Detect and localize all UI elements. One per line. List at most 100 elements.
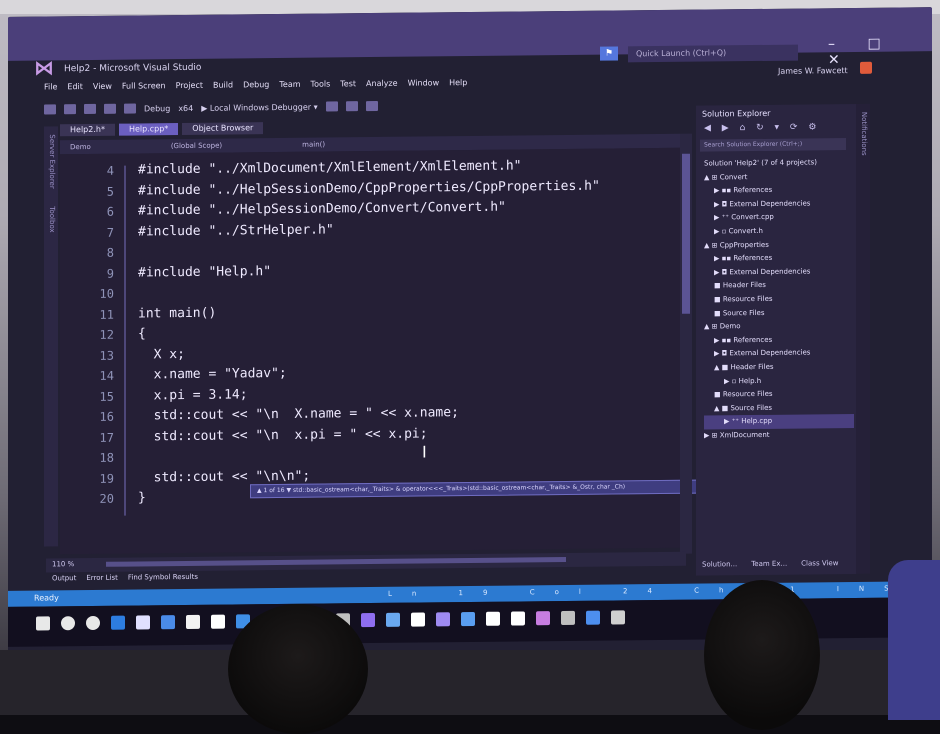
code-line[interactable]: { [138, 326, 146, 341]
taskbar-app-icon[interactable] [461, 611, 475, 627]
code-line[interactable]: #include "../StrHelper.h" [138, 222, 334, 239]
line-number: 12 [99, 327, 114, 342]
menu-item-project[interactable]: Project [176, 81, 203, 95]
taskbar-app-icon[interactable] [61, 616, 75, 631]
solution-explorer-toolbar-icons[interactable]: ◀ ▶ ⌂ ↻ ▾ ⟳ ⚙ [704, 122, 820, 133]
output-tab-find-symbol-results[interactable]: Find Symbol Results [128, 573, 198, 582]
notification-flag-icon[interactable]: ⚑ [600, 46, 618, 61]
code-editor[interactable]: 4 5 6 7 8 9 10 11 12 13 14 15 16 17 18 19 20 #include ".… [60, 147, 710, 555]
left-tool-strip: Server Explorer Toolbox [44, 126, 58, 547]
line-number: 13 [99, 348, 114, 363]
platform-select[interactable]: x64 [178, 103, 193, 112]
output-tab-output[interactable]: Output [52, 574, 76, 582]
tab-object-browser[interactable]: Object Browser [182, 122, 264, 136]
configuration-select[interactable]: Debug [144, 104, 170, 113]
quick-launch-input[interactable]: Quick Launch (Ctrl+Q) [628, 44, 798, 63]
code-line[interactable]: std::cout << "\n X.name = " << x.name; [138, 405, 459, 423]
presenter-shoulder [888, 560, 940, 720]
menu-bar: File Edit View Full Screen Project Build Debug… [44, 78, 467, 96]
solution-bottom-tab[interactable]: Class View [801, 559, 838, 567]
line-number: 9 [106, 266, 114, 281]
local-windows-debugger-button[interactable]: ▶ Local Windows Debugger ▾ [201, 102, 317, 112]
menu-item-help[interactable]: Help [449, 78, 467, 92]
toolbar-icon[interactable] [325, 101, 338, 112]
code-line[interactable]: #include "Help.h" [138, 264, 271, 280]
solution-bottom-tabs: Solution... Team Ex... Class View [702, 559, 838, 568]
menu-item-debug[interactable]: Debug [243, 80, 269, 94]
menu-item-window[interactable]: Window [408, 78, 440, 92]
line-number: 4 [106, 163, 114, 178]
menu-item-view[interactable]: View [93, 82, 112, 96]
editor-horizontal-scrollbar[interactable] [106, 556, 566, 567]
menu-item-tools[interactable]: Tools [311, 79, 331, 93]
taskbar-app-icon[interactable] [161, 615, 175, 630]
solution-bottom-tab[interactable]: Team Ex... [751, 560, 787, 568]
editor-vertical-scrollbar[interactable] [680, 133, 692, 554]
taskbar-app-icon[interactable] [211, 614, 225, 629]
taskbar-app-icon[interactable] [361, 612, 375, 628]
menu-item-test[interactable]: Test [340, 79, 356, 93]
taskbar-app-icon[interactable] [411, 612, 425, 627]
menu-item-file[interactable]: File [44, 82, 57, 96]
project-dropdown[interactable]: Demo [70, 143, 91, 151]
solution-tree-node[interactable]: ▶ ⊞ XmlDocument [704, 428, 854, 443]
member-dropdown[interactable]: main() [302, 141, 325, 149]
solution-bottom-tab[interactable]: Solution... [702, 560, 737, 568]
taskbar-app-icon[interactable] [436, 612, 450, 627]
back-icon[interactable] [44, 104, 56, 115]
menu-item-team[interactable]: Team [279, 80, 300, 94]
line-number: 17 [99, 430, 114, 445]
code-line[interactable]: #include "../HelpSessionDemo/Convert/Con… [138, 200, 506, 219]
taskbar-app-icon[interactable] [611, 610, 625, 625]
menu-item-edit[interactable]: Edit [67, 82, 83, 96]
avatar[interactable] [860, 61, 872, 74]
code-line[interactable]: } [138, 490, 146, 505]
taskbar-app-icon[interactable] [86, 615, 100, 631]
tab-help2-h-[interactable]: Help2.h* [60, 123, 115, 137]
code-line[interactable]: #include "../XmlDocument/XmlElement/XmlE… [138, 158, 522, 177]
code-line[interactable]: int main() [138, 305, 216, 321]
taskbar-app-icon[interactable] [561, 610, 575, 626]
line-number: 11 [99, 307, 114, 322]
taskbar-app-icon[interactable] [136, 615, 150, 630]
toolbox-tab[interactable]: Toolbox [48, 206, 56, 232]
undo-icon[interactable] [124, 103, 136, 114]
solution-search-input[interactable]: Search Solution Explorer (Ctrl+;) [700, 138, 846, 152]
taskbar-app-icon[interactable] [586, 610, 600, 625]
code-line[interactable]: std::cout << "\n\n"; [138, 468, 311, 485]
line-number: 19 [99, 471, 114, 486]
scrollbar-thumb[interactable] [682, 153, 690, 314]
output-tab-error-list[interactable]: Error List [86, 574, 118, 582]
taskbar-app-icon[interactable] [36, 616, 50, 631]
menu-item-analyze[interactable]: Analyze [366, 79, 398, 93]
taskbar-app-icon[interactable] [186, 614, 200, 629]
save-icon[interactable] [104, 103, 116, 114]
right-tool-strip: Notifications [856, 103, 870, 574]
window-controls[interactable]: – □ ✕ [828, 35, 932, 69]
tab-help-cpp-[interactable]: Help.cpp* [118, 123, 179, 136]
code-line[interactable]: std::cout << "\n x.pi = " << x.pi; [138, 426, 428, 444]
server-explorer-tab[interactable]: Server Explorer [48, 134, 56, 188]
zoom-level[interactable]: 110 % [52, 560, 74, 568]
line-number: 7 [106, 225, 114, 240]
code-line[interactable]: x.name = "Yadav"; [138, 366, 287, 383]
toolbar-icon[interactable] [345, 101, 358, 112]
menu-item-full-screen[interactable]: Full Screen [122, 81, 166, 95]
account-name[interactable]: James W. Fawcett [778, 66, 848, 76]
code-line[interactable]: X x; [138, 346, 185, 361]
taskbar-app-icon[interactable] [486, 611, 500, 626]
toolbar-icon[interactable] [365, 100, 378, 112]
document-tabs: Help2.h* Help.cpp* Object Browser [60, 122, 264, 138]
taskbar-app-icon[interactable] [386, 612, 400, 627]
taskbar-app-icon[interactable] [111, 615, 125, 630]
taskbar-app-icon[interactable] [511, 611, 525, 626]
menu-item-build[interactable]: Build [213, 80, 233, 94]
open-file-icon[interactable] [84, 103, 96, 115]
taskbar-app-icon[interactable] [536, 611, 550, 626]
line-number: 20 [99, 491, 114, 506]
code-line[interactable]: x.pi = 3.14; [138, 387, 248, 403]
new-project-icon[interactable] [64, 104, 76, 115]
notifications-tab[interactable]: Notifications [860, 112, 868, 156]
scope-dropdown[interactable]: (Global Scope) [171, 142, 222, 151]
code-line[interactable]: #include "../HelpSessionDemo/CppProperti… [138, 178, 600, 198]
